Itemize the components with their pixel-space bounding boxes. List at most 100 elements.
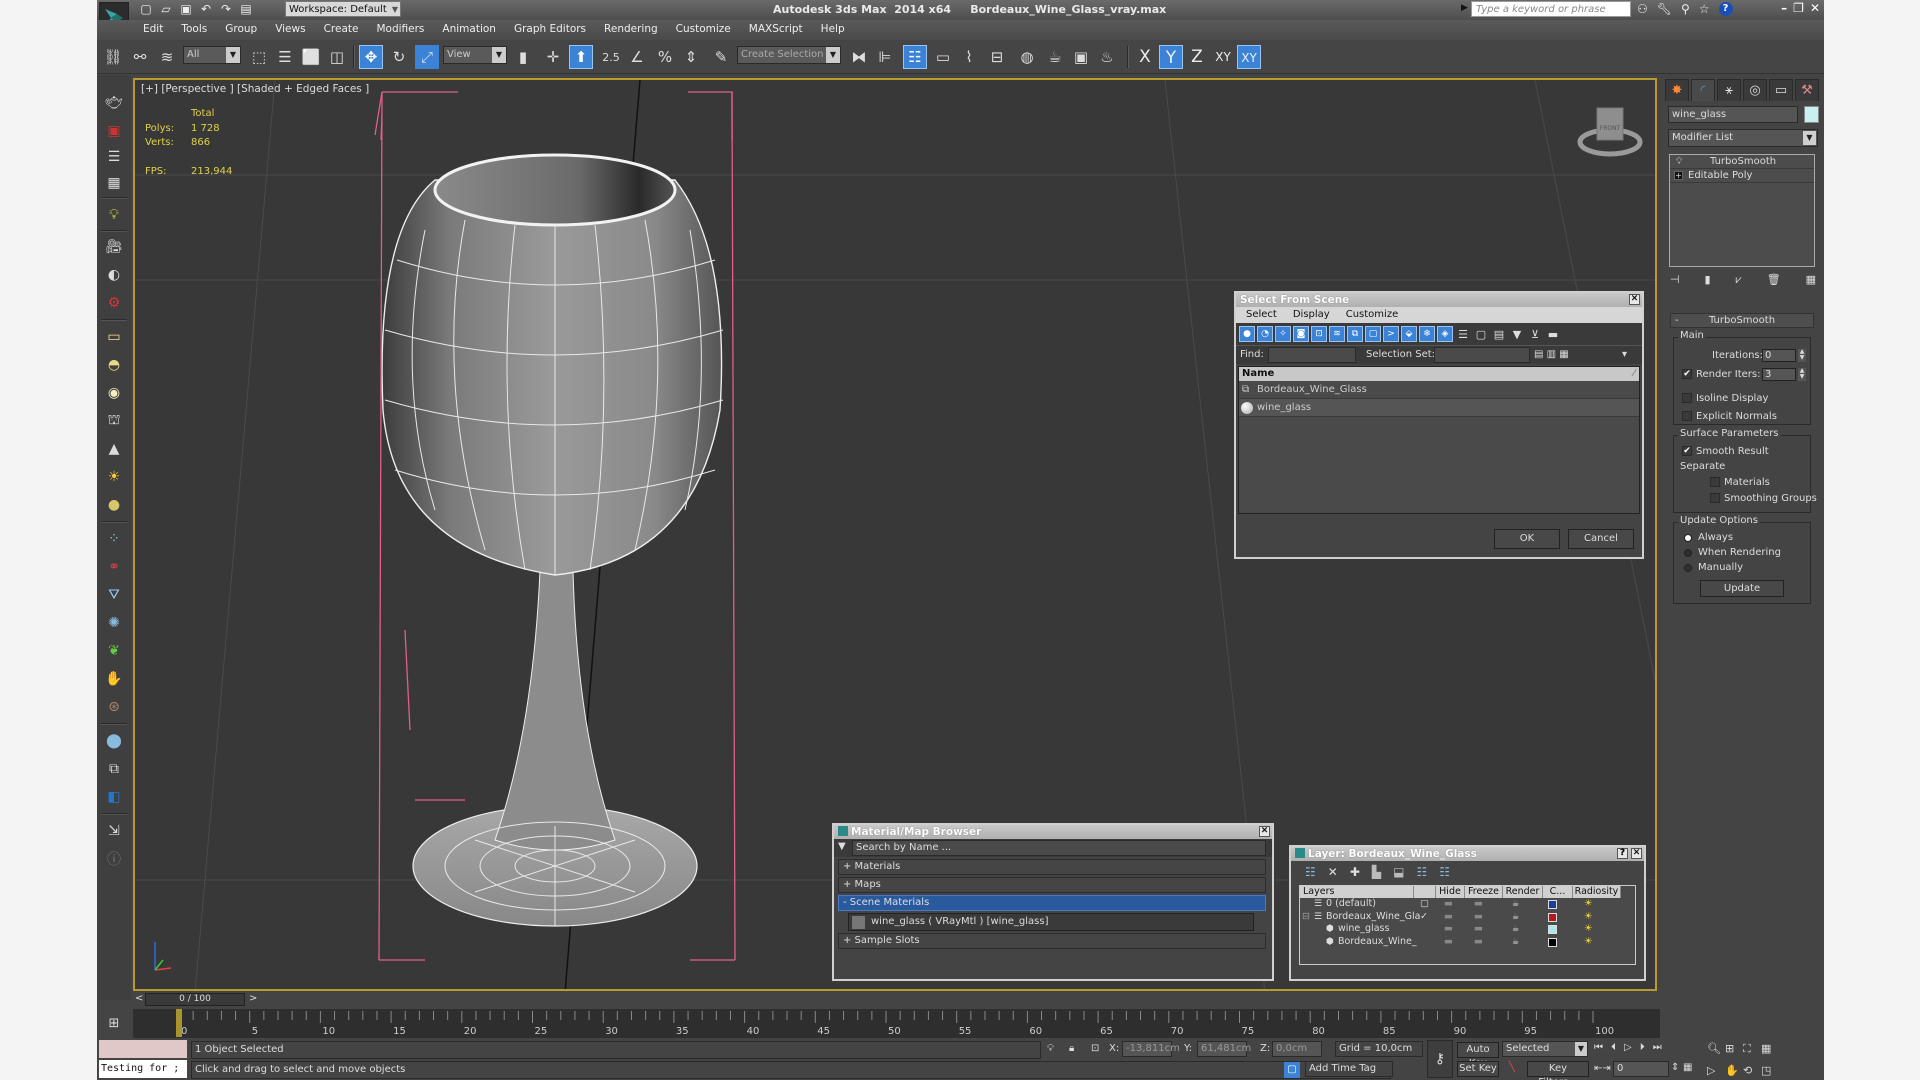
display-all-icon[interactable]: ☰ [1455,326,1471,342]
layer-explorer-icon[interactable]: ▦ [104,173,124,193]
display-none-icon[interactable]: ▢ [1473,326,1489,342]
maxscript-mini-listener-white[interactable]: Testing for ; [99,1060,187,1078]
light-dome-icon[interactable]: ◐ [104,265,124,285]
utilities-tab-icon[interactable]: ⚒ [1795,79,1819,101]
display-tab-icon[interactable]: ▭ [1769,79,1793,101]
hide-all-icon[interactable]: ☷ [1416,865,1427,879]
hide-toggle[interactable]: ▬ [1444,911,1453,924]
material-editor-icon[interactable]: ◍ [1015,45,1039,69]
update-always-radio[interactable] [1684,534,1692,542]
add-to-layer-icon[interactable]: ✚ [1350,865,1360,879]
select-object-icon[interactable]: ⬚ [247,45,271,69]
axis-x-button[interactable]: X [1133,45,1157,69]
shapes-filter-icon[interactable]: ◔ [1257,326,1273,342]
freeze-toggle[interactable]: ▬ [1474,923,1483,936]
find-input[interactable] [1268,347,1356,363]
materials-section[interactable]: + Materials [838,859,1266,875]
field-of-view-icon[interactable]: ▷ [1707,1064,1725,1077]
containers-filter-icon[interactable]: ⬙ [1401,326,1417,342]
minimize-icon[interactable]: – [1781,1,1787,15]
spinner-snap-icon[interactable]: ⇕ [679,45,703,69]
z-coordinate-field[interactable]: 0,0cm [1272,1041,1322,1057]
menu-maxscript[interactable]: MAXScript [749,23,803,35]
layer-row[interactable]: ⬢ wine_glass ▬ ▬ ☕ ☀ [1300,923,1635,936]
freeze-toggle[interactable]: ▬ [1474,911,1483,924]
hair-fur-icon[interactable]: ✋ [104,669,124,689]
zoom-icon[interactable]: 🔍︎ [1707,1042,1725,1056]
vray-fur-icon[interactable]: ✺ [104,613,124,633]
vray-camera-icon[interactable]: ⚙ [104,293,124,313]
current-layer-indicator[interactable]: ▢ [1420,898,1429,911]
save-icon[interactable]: ▣ [179,2,193,16]
freeze-toggle[interactable]: ▬ [1474,936,1483,949]
next-frame-icon[interactable]: ⏵ [1640,1042,1645,1053]
redo-icon[interactable]: ↷ [219,2,233,16]
axis-y-button[interactable]: Y [1159,45,1183,69]
metaball-icon[interactable]: ⚭ [104,557,124,577]
select-and-link-icon[interactable]: ⛓ [101,45,125,69]
zoom-extents-icon[interactable]: ⛶ [1743,1042,1761,1056]
render-production-icon[interactable]: ♨ [1095,45,1119,69]
modifier-list-dropdown[interactable]: Modifier List ▼ [1668,129,1818,147]
menu-group[interactable]: Group [225,23,257,35]
snaps-toggle-icon[interactable]: 2.5 [599,45,623,69]
list-item[interactable]: wine_glass [1239,399,1639,417]
current-frame-field[interactable]: 0 [1613,1061,1669,1077]
add-time-tag[interactable]: Add Time Tag [1305,1061,1393,1077]
mini-curve-editor-icon[interactable]: ⊞ [97,1009,131,1038]
render-teapot-icon[interactable]: ☕ [1512,923,1519,936]
create-layer-icon[interactable]: ☷ [1305,865,1316,879]
ies-light-icon[interactable]: ● [104,495,124,515]
spinner-arrows-icon[interactable]: ▲ ▼ [1798,349,1806,362]
separate-smoothing-groups-checkbox[interactable] [1710,493,1720,503]
align-icon[interactable]: ⊫ [873,45,897,69]
help-icon[interactable]: ? [1718,2,1733,16]
separate-materials-checkbox[interactable] [1710,477,1720,487]
dome-light-icon[interactable]: ◓ [104,355,124,375]
ox-displacement-icon[interactable]: ⊛ [104,697,124,717]
time-tag-icon[interactable]: ▢ [1284,1062,1300,1078]
angle-snap-icon[interactable]: ∠ [625,45,649,69]
go-to-start-icon[interactable]: ⏮ [1594,1042,1603,1053]
object-name-field[interactable]: wine_glass [1668,106,1798,123]
workspace-dropdown[interactable]: Workspace: Default ▼ [285,1,401,17]
radiosity-icon[interactable]: ☀ [1584,936,1593,949]
cancel-button[interactable]: Cancel [1568,529,1634,549]
hide-column[interactable]: Hide [1436,886,1465,898]
auto-key-button[interactable]: Auto Key [1457,1042,1499,1069]
maxscript-mini-listener-pink[interactable] [99,1040,187,1058]
spinner-arrows-icon[interactable]: ⇕ [1671,1062,1679,1073]
sample-slots-section[interactable]: + Sample Slots [838,933,1266,949]
list-item[interactable]: ⧉ Bordeaux_Wine_Glass [1239,381,1639,399]
percent-snap-icon[interactable]: % [653,45,677,69]
render-setup-icon[interactable]: ☕ [1043,45,1067,69]
absolute-mode-icon[interactable]: ⊡ [1091,1043,1099,1054]
bind-space-warp-icon[interactable]: ≋ [155,45,179,69]
named-selection-sets-dropdown[interactable]: Create Selection Se ▼ [737,46,841,64]
key-filters-button[interactable]: Key Filters... [1527,1061,1589,1080]
close-icon[interactable]: ✕ [1629,294,1640,305]
hierarchy-tab-icon[interactable]: ⚹ [1717,79,1741,101]
key-mode-toggle-icon[interactable]: ⇤⇥ [1594,1063,1611,1074]
layer-color-swatch[interactable] [1548,900,1557,909]
menu-help[interactable]: Help [821,23,845,35]
plane-light-icon[interactable]: ▭ [104,327,124,347]
unlink-icon[interactable]: ⚯ [128,45,152,69]
set-key-button[interactable]: Set Key [1457,1061,1499,1077]
sun-icon[interactable]: ☀ [104,467,124,487]
vfb-region-icon[interactable]: ◧ [104,787,124,807]
expand-arrow-icon[interactable]: ▶ [1461,3,1468,13]
select-and-scale-icon[interactable]: ⤢ [415,45,439,69]
help-circle-icon[interactable]: ⓘ [104,849,124,869]
expand-icon[interactable]: + [1674,171,1683,180]
layer-row[interactable]: ☰ 0 (default) ▢ ▬ ▬ ☕ ☀ [1300,898,1635,911]
sfs-menu-select[interactable]: Select [1246,307,1277,323]
search-by-name-input[interactable]: Search by Name ... [852,840,1266,856]
filter-options-icon[interactable]: ⊻ [1527,326,1543,342]
export-icon[interactable]: ⇲ [104,821,124,841]
options-dropdown-icon[interactable]: ▼ [838,841,846,852]
new-file-icon[interactable]: ▢ [139,2,153,16]
curve-editor-icon[interactable]: ⌇ [957,45,981,69]
remove-modifier-icon[interactable]: 🗑︎ [1767,273,1781,287]
pin-stack-icon[interactable]: ⊣ [1670,273,1680,287]
